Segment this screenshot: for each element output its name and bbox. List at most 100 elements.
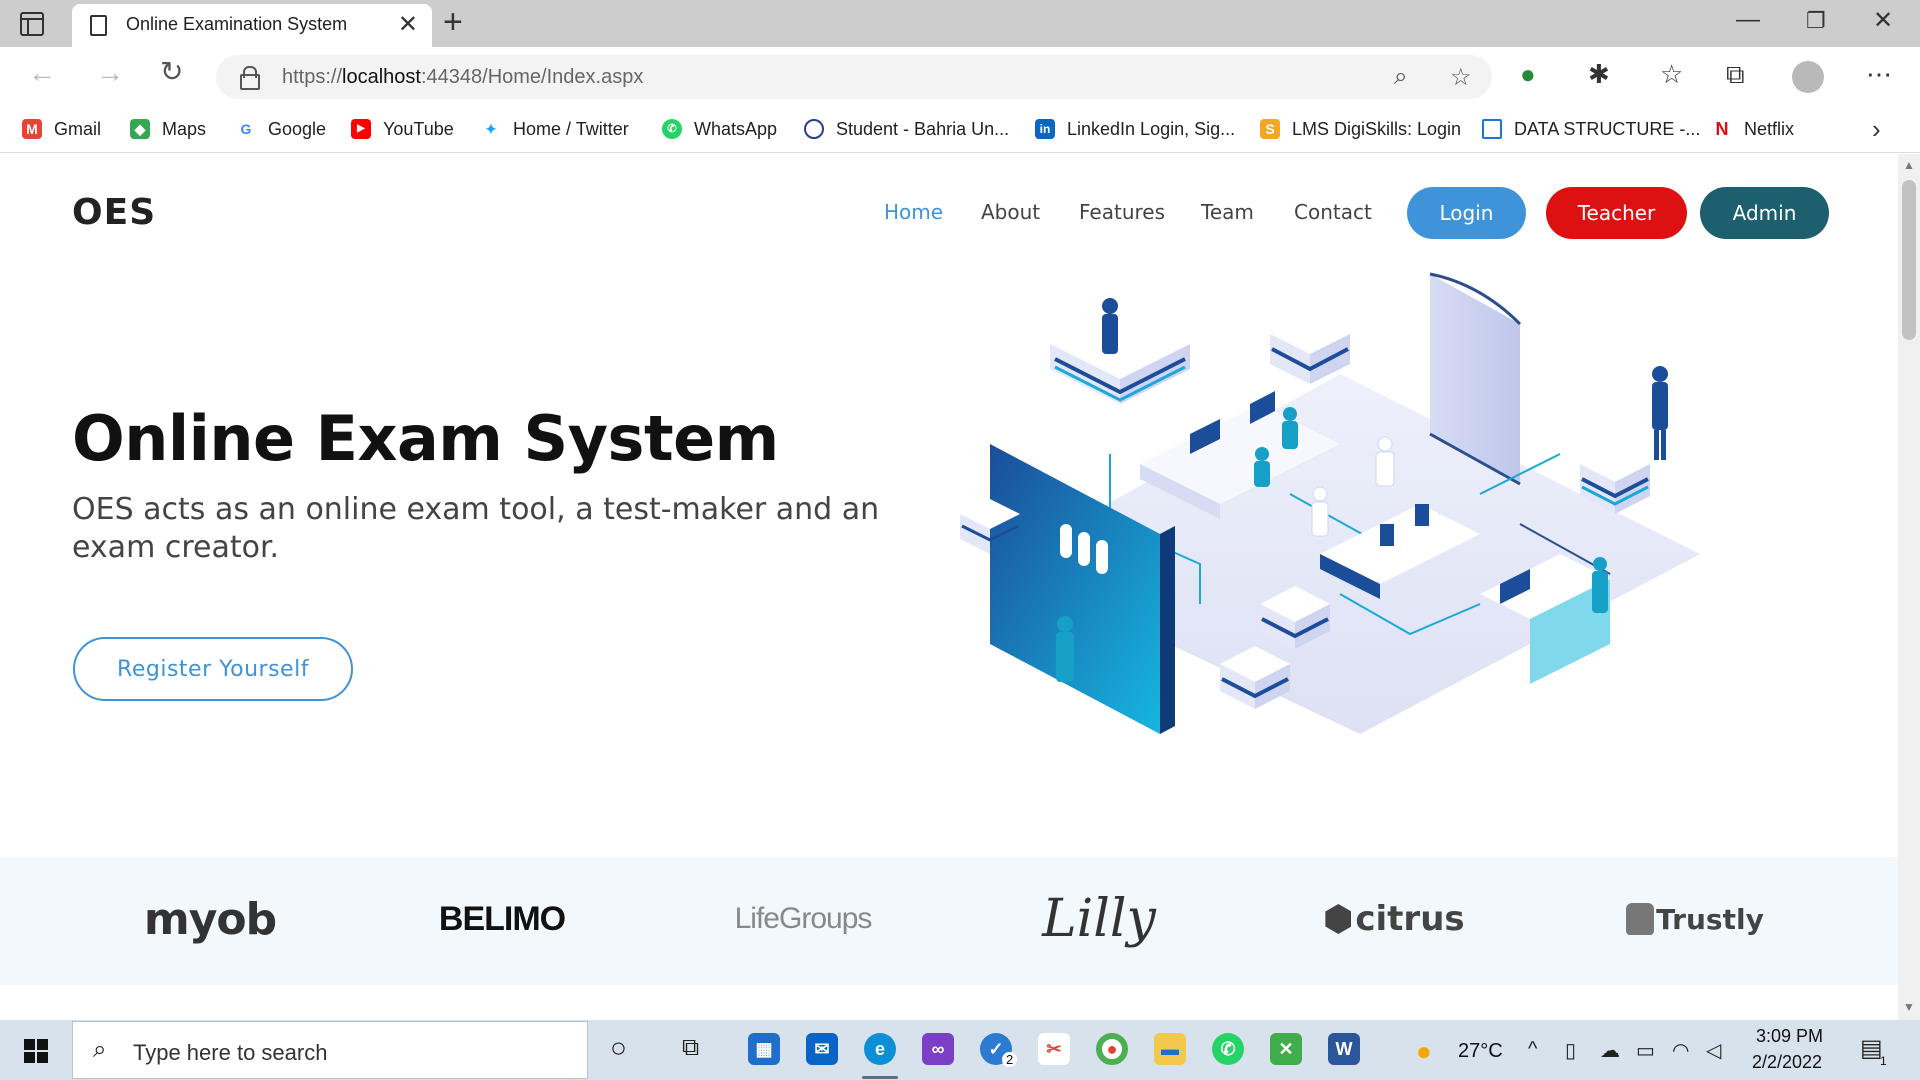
forward-icon[interactable]: → — [96, 57, 124, 89]
file-explorer-icon[interactable]: ▬ — [1154, 1033, 1186, 1065]
close-window-icon[interactable]: ✕ — [1873, 6, 1893, 35]
hero-title: Online Exam System — [72, 402, 779, 475]
nav-about[interactable]: About — [981, 200, 1040, 224]
scroll-down-icon[interactable]: ▼ — [1903, 1000, 1915, 1014]
bahria-icon — [804, 119, 824, 139]
chevron-up-icon[interactable]: ^ — [1528, 1038, 1537, 1061]
taskbar-search-box[interactable]: ⌕ Type here to search — [72, 1021, 588, 1079]
bookmark-twitter[interactable]: ✦ Home / Twitter — [481, 116, 629, 142]
bookmark-linkedin[interactable]: in LinkedIn Login, Sig... — [1035, 116, 1235, 142]
bookmark-netflix[interactable]: N Netflix — [1712, 116, 1794, 142]
clock-date[interactable]: 2/2/2022 — [1752, 1052, 1822, 1073]
nav-features[interactable]: Features — [1079, 200, 1165, 224]
refresh-icon[interactable]: ↻ — [160, 55, 183, 88]
linkedin-icon: in — [1035, 119, 1055, 139]
digiskills-icon: S — [1260, 119, 1280, 139]
microsoft-store-icon[interactable]: ▦ — [748, 1033, 780, 1065]
close-tab-icon[interactable]: ✕ — [398, 10, 418, 39]
search-icon: ⌕ — [93, 1036, 107, 1063]
snipping-tool-icon[interactable]: ✂ — [1038, 1033, 1070, 1065]
client-logo-citrus: citrus — [1320, 889, 1470, 949]
bookmark-maps[interactable]: ◆ Maps — [130, 116, 206, 142]
whatsapp-icon[interactable]: ✆ — [1212, 1033, 1244, 1065]
onedrive-icon[interactable]: ☁ — [1600, 1038, 1620, 1063]
chrome-icon[interactable]: ● — [1096, 1033, 1128, 1065]
bookmarks-bar: M Gmail ◆ Maps G Google ▶ YouTube ✦ Home / Tw… — [0, 107, 1920, 153]
weather-sun-icon[interactable]: ● — [1416, 1036, 1432, 1067]
extension-globe-icon[interactable]: ● — [1520, 59, 1536, 90]
nav-contact[interactable]: Contact — [1294, 200, 1372, 224]
device-icon[interactable]: ▯ — [1565, 1038, 1576, 1063]
back-icon[interactable]: ← — [28, 57, 56, 89]
profile-avatar[interactable] — [1792, 61, 1824, 93]
visual-studio-icon[interactable]: ∞ — [922, 1033, 954, 1065]
netflix-icon: N — [1712, 119, 1732, 139]
browser-tab-bar: Online Examination System ✕ + — ❐ ✕ — [0, 0, 1920, 47]
youtube-icon: ▶ — [351, 119, 371, 139]
favorites-icon[interactable]: ☆ — [1660, 59, 1683, 90]
block-stack — [1050, 309, 1190, 404]
admin-button[interactable]: Admin — [1700, 187, 1829, 239]
notification-count: 1 — [1880, 1054, 1887, 1068]
browser-tab[interactable]: Online Examination System ✕ — [72, 4, 432, 47]
volume-icon[interactable]: ◁ — [1706, 1038, 1721, 1063]
bookmark-google[interactable]: G Google — [236, 116, 326, 142]
scroll-thumb[interactable] — [1902, 180, 1916, 340]
minimize-icon[interactable]: — — [1736, 6, 1760, 34]
tab-title: Online Examination System — [126, 14, 348, 34]
client-logo-lilly: Lilly — [1042, 889, 1156, 949]
chevron-right-icon[interactable]: › — [1872, 114, 1881, 145]
restore-icon[interactable]: ❐ — [1806, 8, 1826, 34]
nav-team[interactable]: Team — [1201, 200, 1254, 224]
site-logo[interactable]: OES — [72, 192, 156, 233]
page-footer-space — [0, 985, 1898, 1020]
collections-icon[interactable]: ⧉ — [1726, 59, 1745, 91]
teacher-button[interactable]: Teacher — [1546, 187, 1687, 239]
padlock-icon — [1626, 903, 1655, 935]
mail-icon[interactable]: ✉ — [806, 1033, 838, 1065]
gmail-icon: M — [22, 119, 42, 139]
edge-active-indicator — [862, 1076, 898, 1079]
bookmark-data-structure[interactable]: DATA STRUCTURE -... — [1482, 116, 1700, 142]
clock-time[interactable]: 3:09 PM — [1756, 1026, 1823, 1047]
weather-temp[interactable]: 27°C — [1458, 1040, 1503, 1063]
url-text[interactable]: https://localhost:44348/Home/Index.aspx — [282, 66, 643, 89]
cortana-icon[interactable]: ○ — [610, 1032, 627, 1064]
windows-taskbar: ⌕ Type here to search ○ ⧉ ▦ ✉ e ∞ ✓ 2 ✂ … — [0, 1020, 1920, 1080]
page-icon — [1482, 119, 1502, 139]
zoom-icon[interactable]: ⌕ — [1394, 63, 1407, 91]
lock-icon[interactable] — [240, 66, 260, 90]
address-bar[interactable]: https://localhost:44348/Home/Index.aspx … — [216, 55, 1492, 99]
new-tab-icon[interactable]: + — [443, 3, 463, 42]
search-placeholder: Type here to search — [133, 1040, 328, 1065]
whatsapp-icon: ✆ — [662, 119, 682, 139]
todo-badge: 2 — [1002, 1052, 1018, 1067]
bookmark-gmail[interactable]: M Gmail — [22, 116, 101, 142]
register-button[interactable]: Register Yourself — [73, 637, 353, 701]
more-options-icon[interactable]: ⋯ — [1866, 59, 1892, 90]
bookmark-whatsapp[interactable]: ✆ WhatsApp — [662, 116, 777, 142]
edge-icon[interactable]: e — [864, 1033, 896, 1065]
address-toolbar: ← → ↻ https://localhost:44348/Home/Index… — [0, 47, 1920, 107]
windows-start-icon[interactable] — [24, 1039, 48, 1063]
battery-icon[interactable]: ▭ — [1636, 1038, 1655, 1063]
bookmark-bahria[interactable]: Student - Bahria Un... — [804, 116, 1009, 142]
wifi-icon[interactable]: ◠ — [1672, 1038, 1689, 1063]
word-icon[interactable]: W — [1328, 1033, 1360, 1065]
extensions-icon[interactable]: ✱ — [1588, 59, 1610, 90]
bookmark-digiskills[interactable]: S LMS DigiSkills: Login — [1260, 116, 1461, 142]
page-scrollbar[interactable]: ▲ ▼ — [1898, 154, 1920, 1020]
scroll-up-icon[interactable]: ▲ — [1903, 158, 1915, 172]
maps-icon: ◆ — [130, 119, 150, 139]
bookmark-youtube[interactable]: ▶ YouTube — [351, 116, 454, 142]
task-view-icon[interactable]: ⧉ — [682, 1034, 699, 1062]
page-viewport: OES Home About Features Team Contact Log… — [0, 154, 1898, 1020]
excel-icon[interactable]: ✕ — [1270, 1033, 1302, 1065]
twitter-icon: ✦ — [481, 119, 501, 139]
add-favorite-icon[interactable]: ☆ — [1450, 63, 1472, 92]
tab-actions-icon[interactable] — [20, 12, 44, 36]
google-icon: G — [236, 119, 256, 139]
login-button[interactable]: Login — [1407, 187, 1526, 239]
hero-illustration — [960, 272, 1700, 734]
nav-home[interactable]: Home — [884, 200, 943, 224]
